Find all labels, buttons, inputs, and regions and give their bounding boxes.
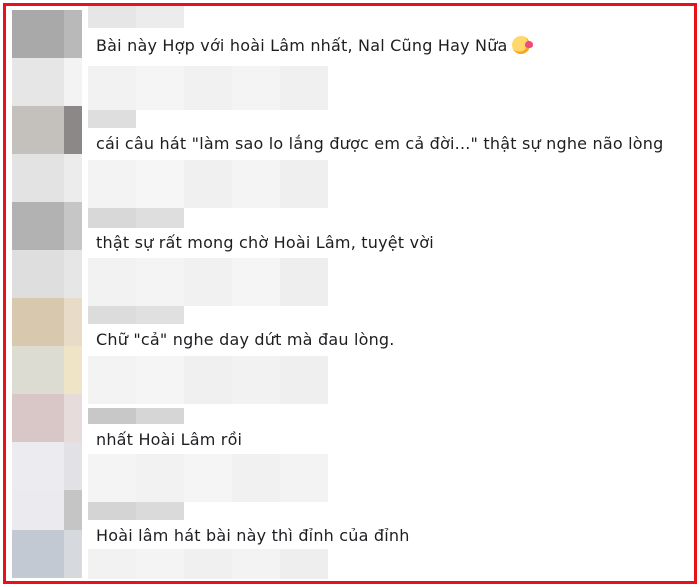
screenshot-frame: Bài này Hợp với hoài Lâm nhất, Nal Cũng …: [3, 3, 697, 584]
comment-text: nhất Hoài Lâm rồi: [96, 430, 243, 449]
comment-text: Hoài lâm hát bài này thì đỉnh của đỉnh: [96, 526, 410, 545]
smiling-face-with-hearts-icon: [511, 36, 533, 54]
blurred-username: [88, 356, 328, 404]
comment-text: Chữ "cả" nghe day dứt mà đau lòng.: [96, 330, 395, 349]
comment-text: thật sự rất mong chờ Hoài Lâm, tuyệt vời: [96, 233, 434, 252]
blurred-username: [88, 258, 328, 306]
blurred-username: [88, 66, 328, 110]
blurred-timestamp: [88, 110, 136, 128]
blurred-username: [88, 6, 184, 28]
blurred-timestamp: [88, 306, 184, 324]
blurred-timestamp: [88, 208, 184, 228]
blurred-timestamp: [88, 408, 184, 424]
blurred-username: [88, 160, 328, 208]
comment-text: Bài này Hợp với hoài Lâm nhất, Nal Cũng …: [96, 36, 533, 55]
comment-text: cái câu hát "làm sao lo lắng được em cả …: [96, 134, 664, 153]
comment-text-content: Bài này Hợp với hoài Lâm nhất, Nal Cũng …: [96, 36, 508, 55]
blurred-next-comment: [88, 549, 328, 579]
avatar-column-blurred: [12, 10, 82, 578]
blurred-username: [88, 454, 328, 502]
blurred-timestamp: [88, 502, 184, 520]
